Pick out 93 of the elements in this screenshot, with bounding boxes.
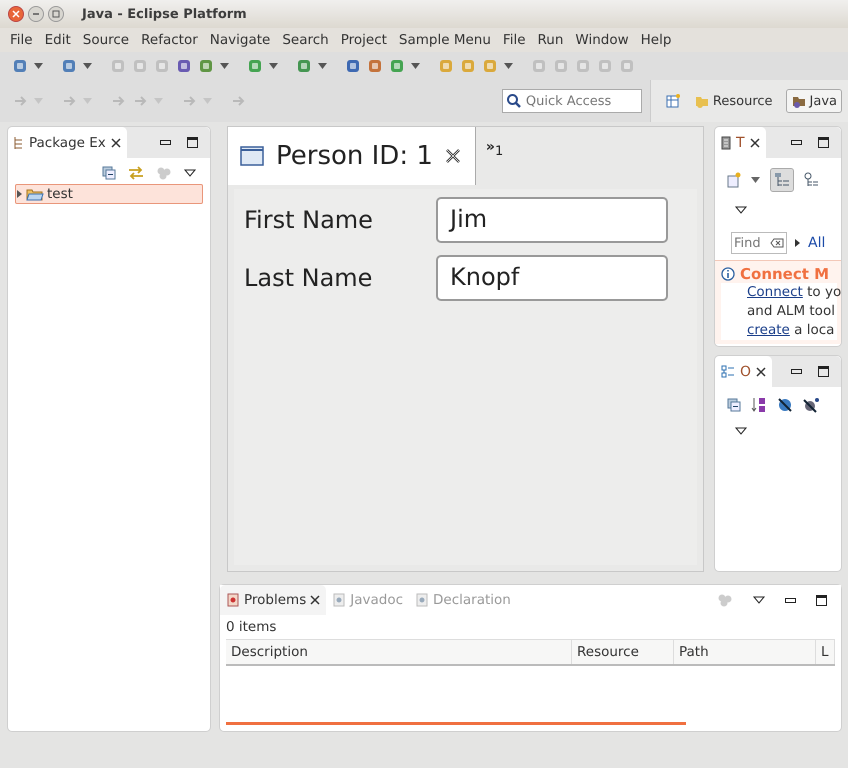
menu-item[interactable]: Sample Menu bbox=[392, 32, 497, 48]
field-label: Last Name bbox=[244, 264, 374, 292]
menu-item[interactable]: Source bbox=[76, 32, 136, 48]
package-icon bbox=[14, 136, 24, 150]
menu-item[interactable]: Project bbox=[334, 32, 393, 48]
maximize-icon[interactable] bbox=[816, 594, 827, 606]
view-tab-label: Problems bbox=[244, 592, 306, 608]
view-menu-icon[interactable] bbox=[753, 596, 765, 604]
view-tab-label: O bbox=[740, 364, 752, 380]
view-menu-icon[interactable] bbox=[735, 427, 747, 435]
caret-icon[interactable] bbox=[504, 63, 513, 69]
close-icon[interactable] bbox=[756, 366, 766, 376]
link[interactable]: Connect bbox=[747, 284, 803, 300]
view-tab-label: Declaration bbox=[433, 592, 511, 608]
close-icon[interactable] bbox=[444, 148, 461, 164]
problems-icon bbox=[226, 592, 240, 608]
scheduled-icon[interactable] bbox=[804, 172, 818, 188]
minimize-button[interactable] bbox=[28, 6, 44, 22]
maximize-icon bbox=[52, 10, 60, 18]
caret-icon[interactable] bbox=[269, 63, 278, 69]
editor-tab[interactable]: Person ID: 1 bbox=[228, 127, 476, 185]
view-menu-icon[interactable] bbox=[184, 169, 196, 177]
window-icon bbox=[240, 146, 264, 166]
column-header[interactable]: L bbox=[816, 640, 835, 664]
view-tab-label: Javadoc bbox=[350, 592, 404, 608]
view-tab[interactable]: Problems bbox=[220, 585, 326, 615]
maximize-icon[interactable] bbox=[818, 137, 829, 148]
perspective-button[interactable]: Resource bbox=[688, 89, 778, 113]
menu-item[interactable]: Edit bbox=[38, 32, 77, 48]
input-field[interactable]: Jim bbox=[436, 197, 668, 243]
tree-list-icon bbox=[774, 172, 790, 188]
expand-arrow-icon[interactable] bbox=[795, 239, 800, 247]
view-tab-label: Package Ex bbox=[29, 134, 106, 150]
caret-icon[interactable] bbox=[34, 63, 43, 69]
view-tab[interactable]: T bbox=[715, 127, 766, 158]
menu-item[interactable]: Search bbox=[276, 32, 335, 48]
perspective-button[interactable]: Java bbox=[786, 89, 842, 113]
maximize-icon[interactable] bbox=[187, 137, 198, 148]
field-label: First Name bbox=[244, 206, 374, 234]
caret-icon[interactable] bbox=[411, 63, 420, 69]
connect-text: to yo bbox=[806, 284, 841, 300]
maximize-icon[interactable] bbox=[818, 366, 829, 377]
categorized-button[interactable] bbox=[770, 168, 794, 192]
clear-icon[interactable] bbox=[770, 238, 784, 248]
maximize-button[interactable] bbox=[48, 6, 64, 22]
close-icon[interactable] bbox=[310, 595, 320, 605]
close-button[interactable] bbox=[8, 6, 24, 22]
minimize-icon[interactable] bbox=[791, 140, 802, 145]
close-icon bbox=[12, 10, 20, 18]
connect-text: a loca bbox=[793, 322, 834, 338]
menu-item[interactable]: Run bbox=[532, 32, 570, 48]
minimize-icon[interactable] bbox=[785, 598, 796, 602]
column-header[interactable]: Resource bbox=[572, 640, 674, 664]
input-field[interactable]: Knopf bbox=[436, 255, 668, 301]
close-icon[interactable] bbox=[110, 138, 121, 148]
caret-icon[interactable] bbox=[220, 63, 229, 69]
menu-item[interactable]: Refactor bbox=[135, 32, 204, 48]
tree-item[interactable]: test bbox=[15, 184, 203, 204]
notepad-icon bbox=[721, 136, 731, 150]
column-header[interactable]: Description bbox=[226, 640, 572, 664]
quick-access-field[interactable]: Quick Access bbox=[502, 89, 642, 113]
collapse-all-icon[interactable] bbox=[102, 166, 116, 180]
menu-item[interactable]: Navigate bbox=[204, 32, 276, 48]
sort-icon[interactable] bbox=[751, 397, 767, 413]
view-tab[interactable]: Package Ex bbox=[8, 127, 127, 158]
info-icon bbox=[721, 267, 735, 281]
minimize-icon[interactable] bbox=[791, 369, 802, 374]
open-perspective-icon[interactable] bbox=[664, 93, 681, 109]
outline-icon bbox=[721, 364, 735, 378]
collapse-all-icon[interactable] bbox=[727, 398, 741, 412]
filter-link[interactable]: All bbox=[808, 235, 826, 251]
close-icon[interactable] bbox=[750, 138, 760, 148]
caret-icon[interactable] bbox=[318, 63, 327, 69]
link[interactable]: create bbox=[747, 322, 790, 338]
caret-icon[interactable] bbox=[751, 177, 760, 183]
view-tab[interactable]: O bbox=[715, 356, 772, 387]
view-menu-icon[interactable] bbox=[735, 206, 747, 214]
editor-tab-label: Person ID: 1 bbox=[276, 141, 433, 171]
minimize-icon[interactable] bbox=[160, 140, 171, 145]
new-task-icon[interactable] bbox=[727, 172, 741, 188]
find-field[interactable]: Find bbox=[731, 232, 787, 254]
item-count: 0 items bbox=[225, 618, 278, 637]
menu-item[interactable]: Window bbox=[569, 32, 635, 48]
connect-heading: Connect M bbox=[740, 265, 830, 283]
view-tab-label: T bbox=[736, 134, 745, 150]
menu-item[interactable]: File bbox=[4, 32, 39, 48]
expand-arrow-icon[interactable] bbox=[16, 190, 23, 198]
column-header[interactable]: Path bbox=[674, 640, 816, 664]
menu-item[interactable]: Help bbox=[634, 32, 678, 48]
window-title: Java - Eclipse Platform bbox=[82, 6, 247, 22]
menu-item[interactable]: File bbox=[496, 32, 532, 48]
caret-icon[interactable] bbox=[83, 63, 92, 69]
connect-text: and ALM tool bbox=[747, 303, 835, 319]
